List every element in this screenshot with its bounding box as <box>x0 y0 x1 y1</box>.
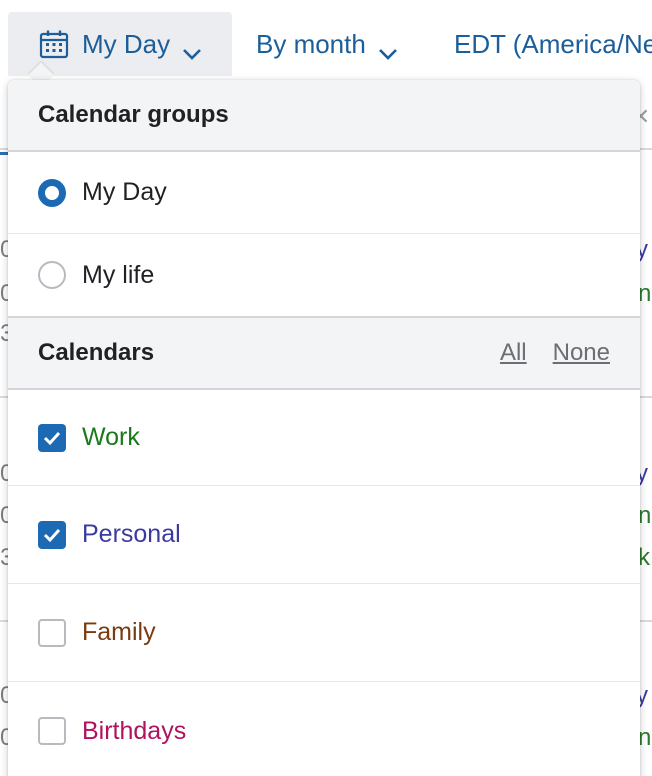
calendar-option-label: Birthdays <box>82 716 187 745</box>
radio-selected-icon[interactable] <box>38 178 66 207</box>
calendar-group-label: My Day <box>82 28 171 59</box>
calendar-app: ✕ 0 0 3 y n 0 0 3 y n k 0 0 y n My Day B… <box>0 0 652 776</box>
timezone-dropdown[interactable]: EDT (America/New_York) <box>454 12 652 76</box>
view-mode-dropdown[interactable]: By month <box>256 12 398 76</box>
calendars-title: Calendars <box>38 339 155 366</box>
group-option-label: My Day <box>82 178 167 206</box>
checkbox-checked-icon[interactable] <box>38 520 66 549</box>
checkbox-unchecked-icon[interactable] <box>38 618 66 647</box>
calendar-option-birthdays[interactable]: Birthdays <box>8 682 640 776</box>
calendar-option-label: Personal <box>82 520 181 548</box>
select-links: All None <box>500 339 610 367</box>
group-option-my-day[interactable]: My Day <box>8 152 640 234</box>
calendar-groups-title: Calendar groups <box>38 101 229 128</box>
view-mode-label: By month <box>256 28 366 59</box>
calendar-toolbar: My Day By month EDT (America/New_York) <box>0 0 652 76</box>
checkbox-checked-icon[interactable] <box>38 423 66 452</box>
timezone-label: EDT (America/New_York) <box>454 28 652 59</box>
radio-unselected-icon[interactable] <box>38 261 66 289</box>
chevron-down-icon <box>182 37 202 60</box>
calendar-option-work[interactable]: Work <box>8 390 640 486</box>
calendars-header: Calendars All None <box>8 316 640 390</box>
calendar-option-family[interactable]: Family <box>8 584 640 682</box>
grid-highlight-line <box>0 152 8 155</box>
chevron-down-icon <box>378 37 398 60</box>
event-fragment: n <box>638 724 652 751</box>
select-none-link[interactable]: None <box>553 339 610 367</box>
calendar-selector-popover: Calendar groups My Day My life Calendars… <box>8 80 640 776</box>
event-fragment: n <box>638 502 652 529</box>
group-option-label: My life <box>82 260 155 289</box>
calendar-option-label: Work <box>82 423 140 451</box>
event-fragment: n <box>638 280 652 307</box>
calendar-option-personal[interactable]: Personal <box>8 486 640 584</box>
calendar-option-label: Family <box>82 618 156 646</box>
calendar-groups-header: Calendar groups <box>8 80 640 152</box>
select-all-link[interactable]: All <box>500 339 527 367</box>
checkbox-unchecked-icon[interactable] <box>38 717 66 745</box>
calendar-icon <box>38 28 70 60</box>
group-option-my-life[interactable]: My life <box>8 234 640 316</box>
